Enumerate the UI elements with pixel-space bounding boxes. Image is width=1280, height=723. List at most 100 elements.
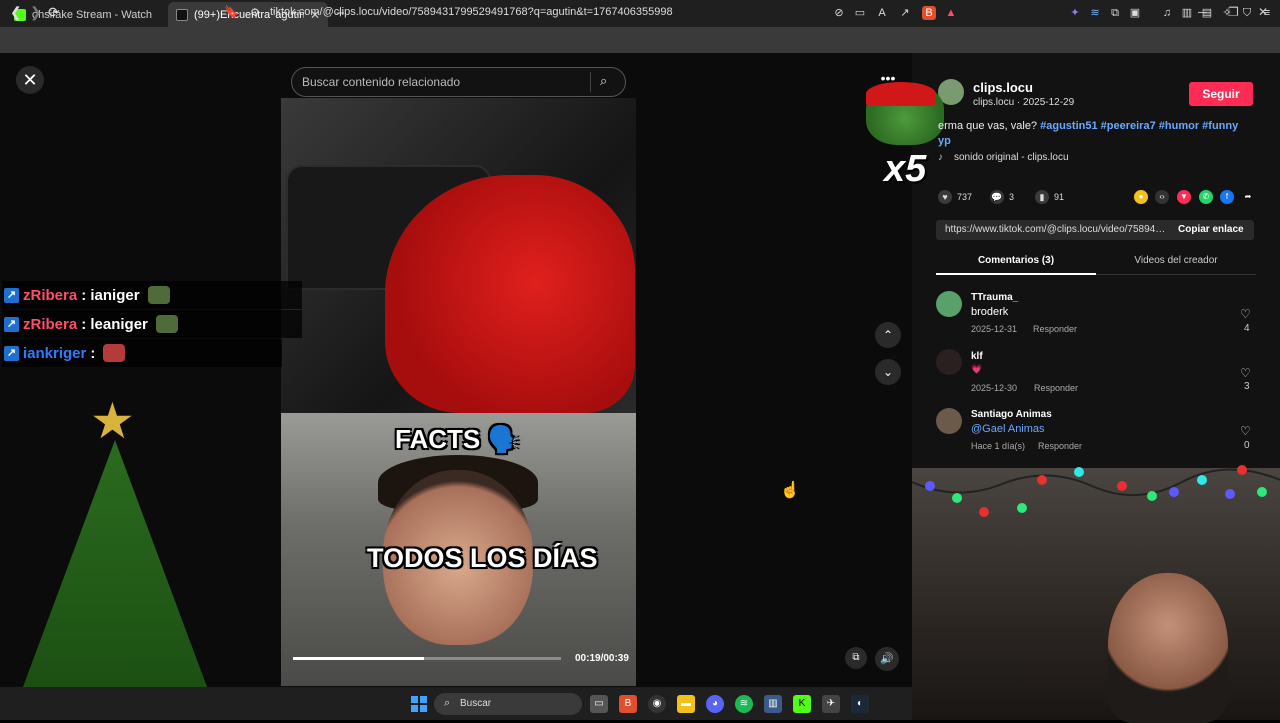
chat-emote-icon: [147, 286, 170, 304]
brave-icon[interactable]: B: [619, 695, 637, 713]
facebook-icon[interactable]: f: [1220, 190, 1234, 204]
task-view-icon[interactable]: ▭: [590, 695, 608, 713]
author-username[interactable]: clips.locu: [973, 80, 1033, 95]
chat-badge-icon: ↗: [4, 287, 19, 303]
folder-icon[interactable]: ▬: [677, 695, 695, 713]
share-arrow-icon[interactable]: ➦: [1241, 190, 1255, 204]
chat-text: : leaniger: [81, 315, 148, 333]
ai-icon[interactable]: ✧: [1220, 6, 1234, 20]
comment-date: Hace 1 día(s): [971, 441, 1026, 451]
translate-icon[interactable]: A: [875, 6, 889, 20]
hashtag[interactable]: #peereira7: [1101, 120, 1156, 132]
comment-text: @Gael Animas: [971, 423, 1045, 435]
sidebar-icon[interactable]: ▥: [1180, 6, 1194, 20]
extensions-icon[interactable]: ⧉: [1108, 6, 1122, 20]
chat-message: ↗ zRibera : leaniger: [2, 310, 302, 338]
spotify-icon[interactable]: ≋: [735, 695, 753, 713]
brave-shield-icon[interactable]: B: [922, 6, 936, 20]
screenshot-icon[interactable]: ▣: [1128, 6, 1142, 20]
music-icon[interactable]: ♫: [1160, 6, 1174, 20]
reply-button[interactable]: Responder: [1033, 324, 1077, 334]
comment-text: 💗: [971, 364, 983, 374]
back-button[interactable]: ❮: [10, 4, 22, 21]
windows-start-icon[interactable]: [411, 696, 427, 712]
music-note-icon: ♪: [938, 152, 943, 163]
follow-button[interactable]: Seguir: [1189, 82, 1253, 106]
search-icon[interactable]: ⌕: [600, 73, 607, 89]
next-video-button[interactable]: ⌄: [875, 359, 901, 385]
embed-icon[interactable]: ‹›: [1155, 190, 1169, 204]
heart-icon[interactable]: ♡: [1240, 307, 1251, 321]
rewards-icon[interactable]: ▲: [944, 6, 958, 20]
like-stat[interactable]: ♥ 737: [938, 190, 972, 204]
pip-icon[interactable]: ⧉: [845, 647, 867, 669]
close-video-button[interactable]: ✕: [16, 66, 44, 94]
comment-user[interactable]: klf: [971, 351, 983, 362]
steam-icon[interactable]: ◐: [851, 695, 869, 713]
copy-link-button[interactable]: Copiar enlace: [1178, 224, 1244, 235]
wifi-icon[interactable]: ≋: [1088, 6, 1102, 20]
address-bar[interactable]: tiktok.com/@clips.locu/video/75894317995…: [270, 6, 673, 18]
discord-icon[interactable]: ◕: [706, 695, 724, 713]
previous-video-button[interactable]: ⌃: [875, 322, 901, 348]
hashtag[interactable]: #humor: [1159, 120, 1199, 132]
comment-like-count: 4: [1244, 323, 1250, 334]
comment-count: 3: [1009, 192, 1015, 202]
tiktok-favicon-icon: [176, 8, 188, 21]
comment-user[interactable]: Santiago Animas: [971, 409, 1052, 420]
cast-icon[interactable]: ▭: [853, 6, 867, 20]
whatsapp-icon[interactable]: ✆: [1199, 190, 1213, 204]
tab-creator-videos[interactable]: Videos del creador: [1096, 255, 1256, 275]
avatar[interactable]: [936, 291, 962, 317]
chat-text: : ianiger: [81, 286, 140, 304]
reload-button[interactable]: ⟳: [48, 4, 60, 21]
avatar[interactable]: [936, 349, 962, 375]
share-link-url[interactable]: https://www.tiktok.com/@clips.locu/video…: [945, 224, 1169, 235]
chat-user: zRibera: [23, 315, 78, 333]
hashtag[interactable]: #funny: [1202, 120, 1238, 132]
leo-icon[interactable]: ✦: [1068, 6, 1082, 20]
chat-badge-icon: ↗: [4, 316, 19, 332]
avatar[interactable]: [936, 408, 962, 434]
game-icon[interactable]: ✈: [822, 695, 840, 713]
heart-icon[interactable]: ♡: [1240, 424, 1251, 438]
reply-button[interactable]: Responder: [1034, 383, 1078, 393]
menu-icon[interactable]: ≡: [1260, 6, 1274, 20]
comment-stat[interactable]: 💬 3: [990, 190, 1014, 204]
volume-icon[interactable]: 🔊: [875, 647, 899, 671]
coin-icon[interactable]: ●: [1134, 190, 1148, 204]
tab-comments[interactable]: Comentarios (3): [936, 255, 1096, 275]
taskbar-search[interactable]: [434, 693, 582, 715]
share-icon[interactable]: ↗: [898, 6, 912, 20]
reply-button[interactable]: Responder: [1038, 441, 1082, 451]
chat-message: ↗ iankriger :: [2, 339, 282, 367]
save-stat[interactable]: ▮ 91: [1035, 190, 1064, 204]
chat-user: zRibera: [23, 286, 78, 304]
kick-icon[interactable]: K: [793, 695, 811, 713]
comment-like-count: 0: [1244, 440, 1250, 451]
hashtag[interactable]: yp: [938, 135, 951, 147]
heart-icon: ♥: [938, 190, 952, 204]
sound-name[interactable]: sonido original - clips.locu: [954, 152, 1069, 163]
shield-off-icon[interactable]: ⊘: [832, 6, 846, 20]
send-icon[interactable]: ▼: [1177, 190, 1191, 204]
taskbar-search-label: Buscar: [460, 698, 492, 709]
multiplier-overlay: x5: [884, 148, 927, 190]
obs-icon[interactable]: ◉: [648, 695, 666, 713]
desc-text: erma que vas, vale?: [938, 120, 1038, 132]
app-icon[interactable]: ▥: [764, 695, 782, 713]
search-placeholder: Buscar contenido relacionado: [302, 75, 461, 89]
wallet-icon[interactable]: ▤: [1200, 6, 1214, 20]
search-icon: ⌕: [444, 697, 451, 709]
site-info-icon[interactable]: ⚙: [250, 6, 260, 19]
forward-button[interactable]: ❯: [30, 4, 42, 21]
hashtag[interactable]: #agustin51: [1040, 120, 1097, 132]
comment-date: 2025-12-30: [971, 383, 1018, 393]
bookmark-icon[interactable]: 🔖: [224, 5, 239, 19]
browser-nav-bar: [0, 27, 1280, 53]
chat-emote-icon: [103, 344, 126, 362]
heart-icon[interactable]: ♡: [1240, 366, 1251, 380]
comment-user[interactable]: TTrauma_: [971, 292, 1018, 303]
comment-date: 2025-12-31: [971, 324, 1018, 334]
vpn-icon[interactable]: ⛉: [1240, 6, 1254, 20]
